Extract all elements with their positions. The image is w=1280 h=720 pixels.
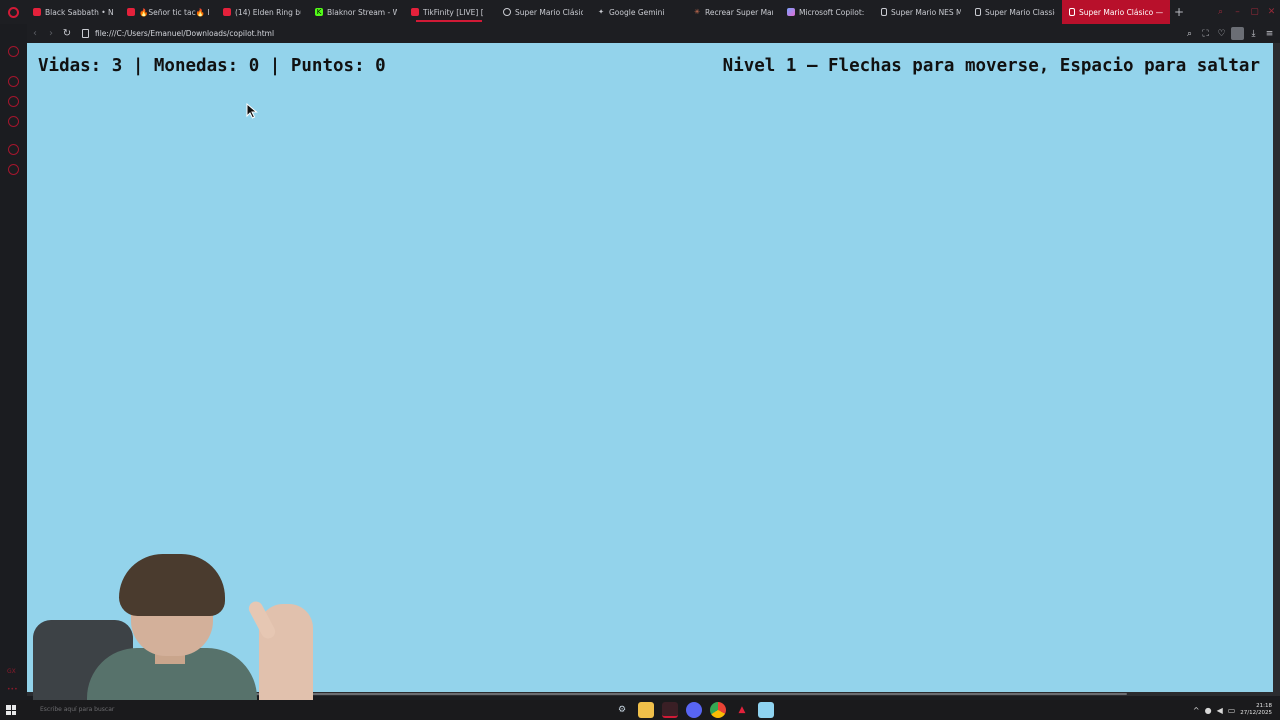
claude-icon: ✳ [694, 8, 700, 16]
sidebar-messenger-icon[interactable] [8, 96, 19, 107]
youtube-icon [127, 8, 135, 16]
clock-date: 27/12/2025 [1240, 710, 1272, 716]
sidebar-settings-icon[interactable] [8, 164, 19, 175]
copilot-icon [787, 8, 795, 16]
sidebar-gear-icon[interactable] [8, 76, 19, 87]
tab-strip: Black Sabbath • NIB 🔥Señor tic tac🔥 Ki (… [0, 0, 1280, 24]
tikfinity-icon [411, 8, 419, 16]
volume-icon[interactable]: ◀ [1217, 706, 1223, 715]
page-icon [975, 8, 981, 16]
youtube-icon [33, 8, 41, 16]
tab-title: Super Mario Clásico [515, 7, 583, 17]
opera-sidebar: GX ••• [0, 24, 27, 696]
tab-title: Super Mario Clásico — HT [1079, 7, 1163, 17]
sidebar-gx-icon[interactable]: GX [7, 668, 16, 675]
steam-icon[interactable]: ⚙ [614, 702, 630, 718]
windows-start-icon[interactable] [6, 705, 16, 715]
mouse-cursor-icon [246, 103, 258, 119]
hud-status: Vidas: 3 | Monedas: 0 | Puntos: 0 [38, 56, 386, 76]
tab-11[interactable]: Super Mario Classic [968, 0, 1062, 24]
sidebar-more-icon[interactable]: ••• [7, 686, 18, 693]
tab-title: Black Sabbath • NIB [45, 7, 113, 17]
address-bar: ‹ › ↻ file:///C:/Users/Emanuel/Downloads… [27, 24, 1280, 43]
tab-8[interactable]: ✳ Recrear Super Mario [686, 0, 780, 24]
toolbar-icons: ⌕ ⛶ ♡ ⤓ ≡ [1183, 24, 1276, 43]
back-button[interactable]: ‹ [27, 24, 43, 43]
webcam-overlay [27, 548, 315, 720]
notepad-icon[interactable] [758, 702, 774, 718]
profile-avatar[interactable] [1231, 27, 1244, 40]
tab-1[interactable]: Black Sabbath • NIB [26, 0, 120, 24]
taskbar-search[interactable]: Escribe aquí para buscar [40, 706, 114, 713]
tab-12-active[interactable]: Super Mario Clásico — HT [1062, 0, 1170, 24]
file-explorer-icon[interactable] [638, 702, 654, 718]
sidebar-history-icon[interactable] [8, 144, 19, 155]
tab-title: Microsoft Copilot: tu [799, 7, 867, 17]
new-tab-button[interactable]: + [1170, 0, 1188, 24]
vertical-scrollbar[interactable] [1273, 43, 1280, 696]
chatgpt-icon [503, 8, 511, 16]
sidebar-whatsapp-icon[interactable] [8, 116, 19, 127]
youtube-icon [223, 8, 231, 16]
tab-title: 🔥Señor tic tac🔥 Ki [139, 7, 209, 17]
tab-10[interactable]: Super Mario NES Mo [874, 0, 968, 24]
webcam-person-hair [119, 554, 225, 616]
close-button[interactable]: ✕ [1263, 0, 1280, 24]
url-field[interactable]: file:///C:/Users/Emanuel/Downloads/copil… [95, 29, 274, 38]
tab-title: Blaknor Stream - Wa [327, 7, 397, 17]
tab-9[interactable]: Microsoft Copilot: tu [780, 0, 874, 24]
menu-icon[interactable]: ≡ [1263, 24, 1276, 43]
kick-icon: K [315, 8, 323, 16]
tab-title: TikFinity [LIVE] [ [423, 7, 484, 17]
tab-title: Super Mario Classic [985, 7, 1055, 17]
tab-2[interactable]: 🔥Señor tic tac🔥 Ki [120, 0, 216, 24]
taskbar-apps: ⚙ ▲ [614, 702, 774, 718]
opera-menu-icon[interactable] [0, 0, 26, 24]
forward-button[interactable]: › [43, 24, 59, 43]
download-icon[interactable]: ⤓ [1247, 24, 1260, 43]
maximize-button[interactable]: ▢ [1246, 0, 1263, 24]
pdf-icon[interactable]: ▲ [734, 702, 750, 718]
page-info-icon[interactable] [79, 24, 91, 43]
reload-icon[interactable]: ↻ [59, 24, 75, 43]
tab-title: Google Gemini [609, 7, 665, 17]
hud-instructions: Nivel 1 — Flechas para moverse, Espacio … [722, 56, 1260, 76]
tab-title: (14) Elden Ring but E [235, 7, 301, 17]
zoom-icon[interactable]: ⌕ [1183, 24, 1196, 43]
opera-gx-icon[interactable] [662, 702, 678, 718]
snapshot-icon[interactable]: ⛶ [1199, 24, 1212, 43]
tab-5[interactable]: TikFinity [LIVE] [ [404, 0, 496, 24]
microphone-icon[interactable]: ● [1205, 706, 1212, 715]
windows-taskbar: Escribe aquí para buscar ⚙ ▲ ^ ● ◀ ▭ 21:… [0, 700, 1280, 720]
tab-4[interactable]: K Blaknor Stream - Wa [308, 0, 404, 24]
clock-time: 21:18 [1256, 703, 1272, 709]
tab-7[interactable]: ✦ Google Gemini [590, 0, 686, 24]
search-tabs-icon[interactable]: ⌕ [1212, 0, 1229, 24]
tray-chevron-icon[interactable]: ^ [1193, 706, 1200, 715]
window-controls: ⌕ – ▢ ✕ [1212, 0, 1280, 24]
page-icon [881, 8, 887, 16]
tab-3[interactable]: (14) Elden Ring but E [216, 0, 308, 24]
tab-6[interactable]: Super Mario Clásico [496, 0, 590, 24]
network-icon[interactable]: ▭ [1228, 706, 1236, 715]
tab-title: Recrear Super Mario [705, 7, 773, 17]
sidebar-home-icon[interactable] [8, 46, 19, 57]
chrome-icon[interactable] [710, 702, 726, 718]
gemini-icon: ✦ [598, 8, 604, 16]
system-tray: ^ ● ◀ ▭ 21:18 27/12/2025 [1193, 700, 1272, 720]
taskbar-clock[interactable]: 21:18 27/12/2025 [1240, 703, 1272, 717]
tab-title: Super Mario NES Mo [891, 7, 961, 17]
discord-icon[interactable] [686, 702, 702, 718]
page-icon [1069, 8, 1075, 16]
minimize-button[interactable]: – [1229, 0, 1246, 24]
heart-icon[interactable]: ♡ [1215, 24, 1228, 43]
